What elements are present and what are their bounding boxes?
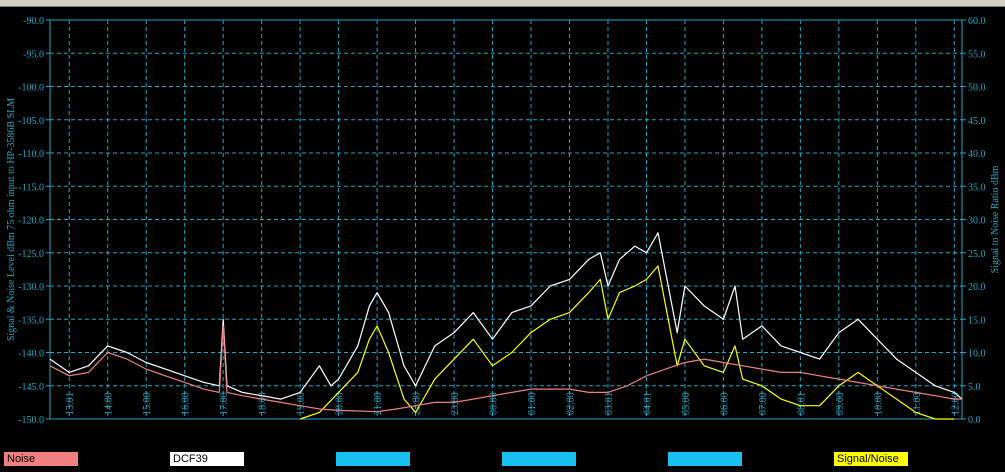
x-tick-label: 14:00 xyxy=(104,392,115,415)
x-tick-label: 19:00 xyxy=(296,392,307,415)
x-tick-label: 15:00 xyxy=(142,392,153,415)
x-tick-label: 08:01 xyxy=(796,392,807,415)
y-axis-right-title: Signal to Noise Ratio dBm xyxy=(990,165,1001,273)
x-tick-label: 23:00 xyxy=(450,392,461,415)
legend-dcf39-label: DCF39 xyxy=(173,453,208,465)
x-tick-label: 02:00 xyxy=(565,392,576,415)
x-tick-label: 05:00 xyxy=(681,392,692,415)
y-left-tick-label: -120.0 xyxy=(18,216,44,227)
legend-blank-2 xyxy=(502,452,576,466)
y-right-tick-label: 20.0 xyxy=(968,282,986,293)
y-left-tick-label: -110.0 xyxy=(19,149,44,160)
y-right-tick-label: 10.0 xyxy=(968,349,986,360)
x-tick-label: 16:00 xyxy=(181,392,192,415)
y-right-tick-label: 55.0 xyxy=(968,49,986,60)
x-tick-label: 13:01 xyxy=(65,392,76,415)
y-left-tick-label: -145.0 xyxy=(18,382,44,393)
y-right-tick-label: 35.0 xyxy=(968,182,986,193)
x-tick-label: 01:00 xyxy=(527,392,538,415)
y-axis-left-title: Signal & Noise Level dBm 75 ohm input to… xyxy=(6,98,17,341)
legend-noise: Noise xyxy=(4,452,78,466)
y-right-tick-label: 5.0 xyxy=(968,382,981,393)
x-tick-label: 06:00 xyxy=(719,392,730,415)
y-right-tick-label: 25.0 xyxy=(968,249,986,260)
x-tick-label: 11:00 xyxy=(912,393,923,415)
x-tick-label: 03:01 xyxy=(604,392,615,415)
legend-snr-label: Signal/Noise xyxy=(837,453,899,465)
y-left-tick-label: -150.0 xyxy=(18,415,44,426)
y-left-tick-label: -125.0 xyxy=(18,249,44,260)
series-line-dcf39 xyxy=(49,232,963,400)
x-tick-label: 10:00 xyxy=(873,392,884,415)
y-right-tick-label: 60.0 xyxy=(968,16,986,27)
y-right-tick-label: 0.0 xyxy=(968,415,981,426)
y-left-tick-label: -100.0 xyxy=(18,83,44,94)
y-right-tick-label: 15.0 xyxy=(968,315,986,326)
y-left-tick-label: -105.0 xyxy=(18,116,44,127)
signal-noise-chart: -90.0 60.0 -95.0 55.0 -100.0 50.0 -105.0 45.0 -1… xyxy=(6,16,1001,426)
legend-dcf39: DCF39 xyxy=(170,452,244,466)
series-line-signal-noise xyxy=(299,265,955,420)
y-left-tick-label: -135.0 xyxy=(18,315,44,326)
y-right-tick-label: 50.0 xyxy=(968,83,986,94)
y-right-tick-label: 30.0 xyxy=(968,216,986,227)
legend-blank-1 xyxy=(336,452,410,466)
x-tick-label: 17:00 xyxy=(219,392,230,415)
y-left-tick-label: -115.0 xyxy=(19,182,44,193)
y-left-tick-label: -95.0 xyxy=(23,49,44,60)
y-left-tick-label: -90.0 xyxy=(23,16,44,27)
x-tick-label: 07:00 xyxy=(758,392,769,415)
y-left-tick-label: -140.0 xyxy=(18,349,44,360)
x-tick-label: 09:00 xyxy=(835,392,846,415)
y-left-tick-label: -130.0 xyxy=(18,282,44,293)
x-tick-label: 04:01 xyxy=(642,392,653,415)
legend-noise-label: Noise xyxy=(7,453,36,465)
x-tick-label: 12:00 xyxy=(950,392,961,415)
y-right-tick-label: 40.0 xyxy=(968,149,986,160)
y-right-tick-label: 45.0 xyxy=(968,116,986,127)
legend-snr: Signal/Noise xyxy=(834,452,908,466)
legend-blank-3 xyxy=(668,452,742,466)
